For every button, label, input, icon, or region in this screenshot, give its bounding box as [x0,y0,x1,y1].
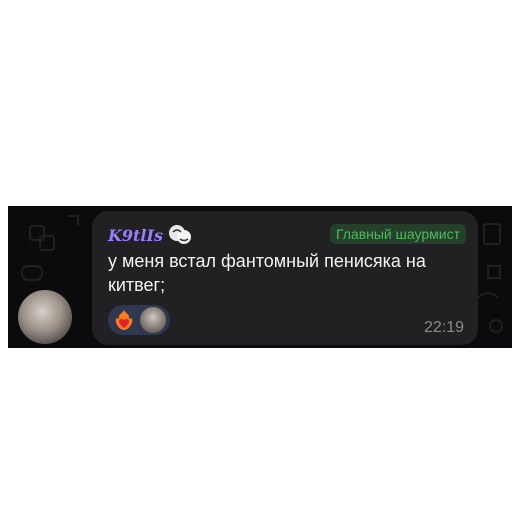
message-bubble[interactable]: K9tlIs Главный шаурмист у меня встал фан… [92,211,478,345]
chat-area: K9tlIs Главный шаурмист у меня встал фан… [8,206,512,348]
heart-on-fire-icon [115,310,133,330]
reaction-pill[interactable] [108,305,170,335]
reactor-avatar [140,307,166,333]
sender-name[interactable]: K9tlIs [108,226,163,245]
message-text: у меня встал фантомный пенисяка на китве… [108,251,426,295]
admin-title-badge: Главный шаурмист [329,224,466,244]
reactions-row [108,305,170,335]
message-timestamp: 22:19 [423,319,464,336]
sender-avatar[interactable] [18,290,72,344]
sender-row: K9tlIs [108,223,193,247]
sticker-emoji-icon [169,225,191,244]
